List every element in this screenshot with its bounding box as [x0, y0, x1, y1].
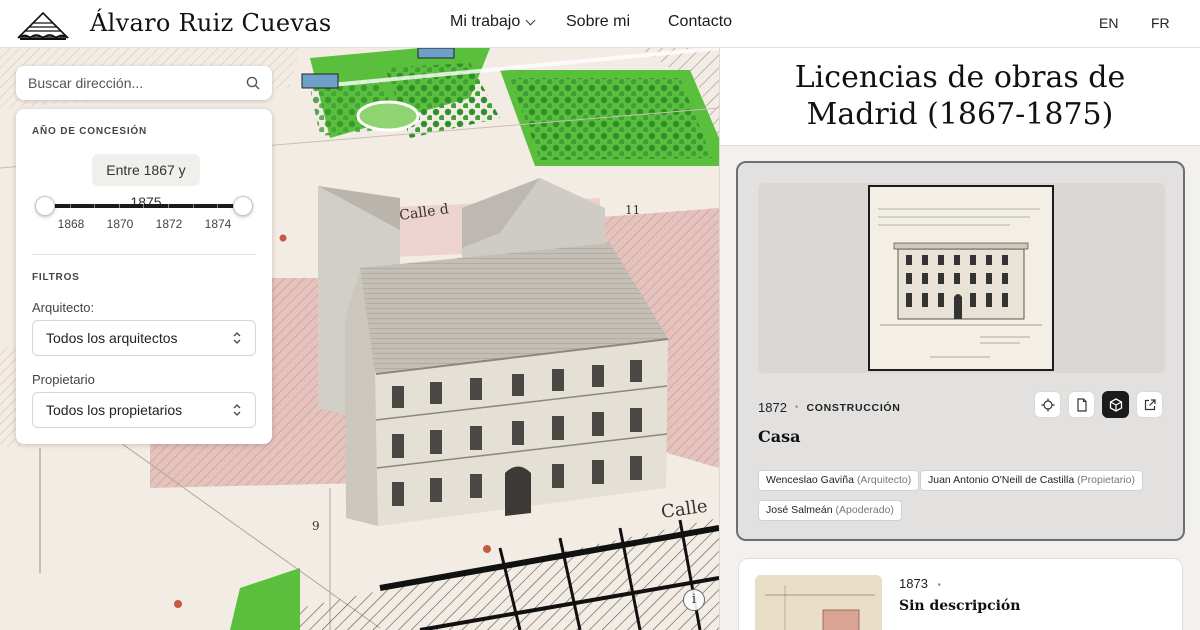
slider-tick	[70, 204, 71, 208]
year-range-label: Entre 1867 y 1875	[92, 154, 200, 210]
search-input[interactable]	[28, 66, 238, 100]
3d-model-button[interactable]	[1102, 391, 1129, 418]
card-thumbnail[interactable]	[758, 183, 1165, 373]
main-nav: Mi trabajo Sobre mi Contacto	[450, 13, 732, 31]
plot-number-11: 11	[625, 203, 640, 217]
person-role: (Apoderado)	[835, 504, 894, 516]
person-chip[interactable]: José Salmeán (Apoderado)	[758, 500, 902, 521]
page-title: Licencias de obras de Madrid (1867-1875)	[720, 59, 1200, 133]
lang-en[interactable]: EN	[1099, 15, 1118, 31]
locate-button[interactable]	[1034, 391, 1061, 418]
card-meta: 1872 • CONSTRUCCIÓN	[758, 400, 901, 415]
page-title-line-2: Madrid (1867-1875)	[806, 97, 1114, 132]
tick-label: 1874	[204, 217, 232, 231]
nav-sobre-mi[interactable]: Sobre mi	[566, 13, 668, 31]
owner-label: Propietario	[32, 372, 95, 387]
page-title-line-1: Licencias de obras de	[794, 60, 1126, 95]
cube-icon	[1109, 397, 1122, 412]
architect-label: Arquitecto:	[32, 300, 95, 315]
card-thumbnail[interactable]	[755, 575, 882, 630]
person-chip[interactable]: Juan Antonio O'Neill de Castilla (Propiet…	[920, 470, 1143, 491]
separator-dot: •	[794, 402, 799, 413]
info-button[interactable]: i	[683, 589, 705, 611]
logo-icon[interactable]	[16, 7, 70, 41]
card-title: Casa	[758, 427, 801, 446]
slider-tick	[217, 204, 218, 208]
document-icon	[1076, 397, 1087, 412]
owner-select-value: Todos los propietarios	[46, 402, 183, 418]
results-panel: Licencias de obras de Madrid (1867-1875)	[719, 48, 1200, 630]
person-role: (Propietario)	[1077, 474, 1135, 486]
slider-handle-max[interactable]	[233, 196, 253, 216]
lang-fr[interactable]: FR	[1151, 15, 1170, 31]
external-link-button[interactable]	[1136, 391, 1163, 418]
external-link-icon	[1144, 398, 1156, 410]
nav-mi-trabajo-label: Mi trabajo	[450, 13, 521, 30]
person-role: (Arquitecto)	[856, 474, 912, 486]
chevron-down-icon	[525, 15, 536, 25]
card-title: Sin descripción	[899, 598, 1021, 614]
person-name: José Salmeán	[766, 504, 833, 516]
locate-icon	[1041, 398, 1054, 411]
tick-label: 1868	[57, 217, 85, 231]
site-header: Álvaro Ruiz Cuevas Mi trabajo Sobre mi C…	[0, 0, 1200, 48]
divider	[32, 254, 256, 255]
updown-chevron-icon	[233, 404, 241, 416]
card-year: 1872	[758, 400, 787, 415]
nav-mi-trabajo[interactable]: Mi trabajo	[450, 13, 566, 31]
slider-handle-min[interactable]	[35, 196, 55, 216]
person-name: Juan Antonio O'Neill de Castilla	[928, 474, 1075, 486]
architect-select-value: Todos los arquitectos	[46, 330, 178, 346]
person-chip[interactable]: Wenceslao Gaviña (Arquitecto)	[758, 470, 920, 491]
card-actions	[1034, 391, 1163, 418]
slider-tick	[143, 204, 144, 208]
slider-tick	[119, 204, 120, 208]
search-icon[interactable]	[246, 76, 260, 90]
tick-label: 1870	[106, 217, 134, 231]
card-meta: 1873 •	[899, 576, 941, 591]
search-box	[16, 66, 272, 100]
plan-drawing-image	[755, 575, 882, 630]
license-card[interactable]: 1873 • Sin descripción	[738, 558, 1183, 630]
tick-label: 1872	[155, 217, 183, 231]
year-section-title: AÑO DE CONCESIÓN	[32, 126, 148, 137]
year-range-slider[interactable]	[35, 196, 253, 216]
plot-number-9: 9	[312, 519, 320, 533]
owner-select[interactable]: Todos los propietarios	[32, 392, 256, 428]
license-card-selected[interactable]: 1872 • CONSTRUCCIÓN Casa Wenceslao Gaviñ…	[736, 161, 1185, 541]
card-type: CONSTRUCCIÓN	[806, 401, 901, 414]
filters-section-title: FILTROS	[32, 272, 80, 283]
document-button[interactable]	[1068, 391, 1095, 418]
site-name[interactable]: Álvaro Ruiz Cuevas	[90, 9, 332, 37]
updown-chevron-icon	[233, 332, 241, 344]
separator-dot: •	[937, 580, 942, 591]
slider-track[interactable]	[45, 204, 243, 208]
card-year: 1873	[899, 576, 928, 591]
results-header: Licencias de obras de Madrid (1867-1875)	[720, 48, 1200, 146]
slider-tick	[94, 204, 95, 208]
architect-select[interactable]: Todos los arquitectos	[32, 320, 256, 356]
filter-panel: AÑO DE CONCESIÓN Entre 1867 y 1875 1868 …	[16, 109, 272, 444]
slider-tick	[168, 204, 169, 208]
facade-drawing-image	[868, 185, 1054, 371]
person-name: Wenceslao Gaviña	[766, 474, 854, 486]
nav-contacto[interactable]: Contacto	[668, 13, 732, 31]
slider-tick	[193, 204, 194, 208]
